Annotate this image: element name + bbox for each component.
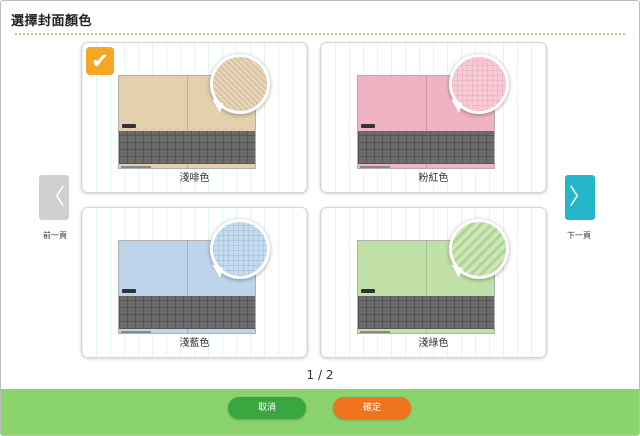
cancel-button[interactable]: 取消: [228, 397, 306, 419]
color-swatch: [449, 54, 509, 114]
prev-page-label: 前一頁: [43, 231, 67, 240]
prev-page-button[interactable]: 〈: [39, 175, 69, 220]
next-page-button[interactable]: 〉: [565, 175, 595, 220]
cover-label: 淺啡色: [179, 173, 210, 184]
title-divider: [15, 33, 625, 35]
next-page-label: 下一頁: [567, 231, 591, 240]
cover-option-light-blue[interactable]: 淺藍色: [81, 207, 308, 358]
color-swatch: [210, 219, 270, 279]
cover-option-pink[interactable]: 粉紅色: [320, 42, 547, 193]
dialog-window: 選擇封面顏色 ✔ 淺啡色 粉紅色 淺藍色 淺綠色 〈 前一頁 〉 下一頁 1 /…: [0, 0, 640, 436]
cover-option-light-green[interactable]: 淺綠色: [320, 207, 547, 358]
cover-label: 淺綠色: [418, 338, 449, 349]
cover-option-light-brown[interactable]: ✔ 淺啡色: [81, 42, 308, 193]
cover-label: 淺藍色: [179, 338, 210, 349]
selected-check-icon: ✔: [86, 47, 114, 75]
color-swatch: [449, 219, 509, 279]
ok-button[interactable]: 確定: [333, 397, 411, 419]
footer-bar: 取消 確定: [1, 389, 639, 435]
color-swatch: [210, 54, 270, 114]
cover-label: 粉紅色: [418, 173, 449, 184]
dialog-title: 選擇封面顏色: [11, 14, 93, 29]
page-indicator: 1 / 2: [306, 368, 334, 382]
